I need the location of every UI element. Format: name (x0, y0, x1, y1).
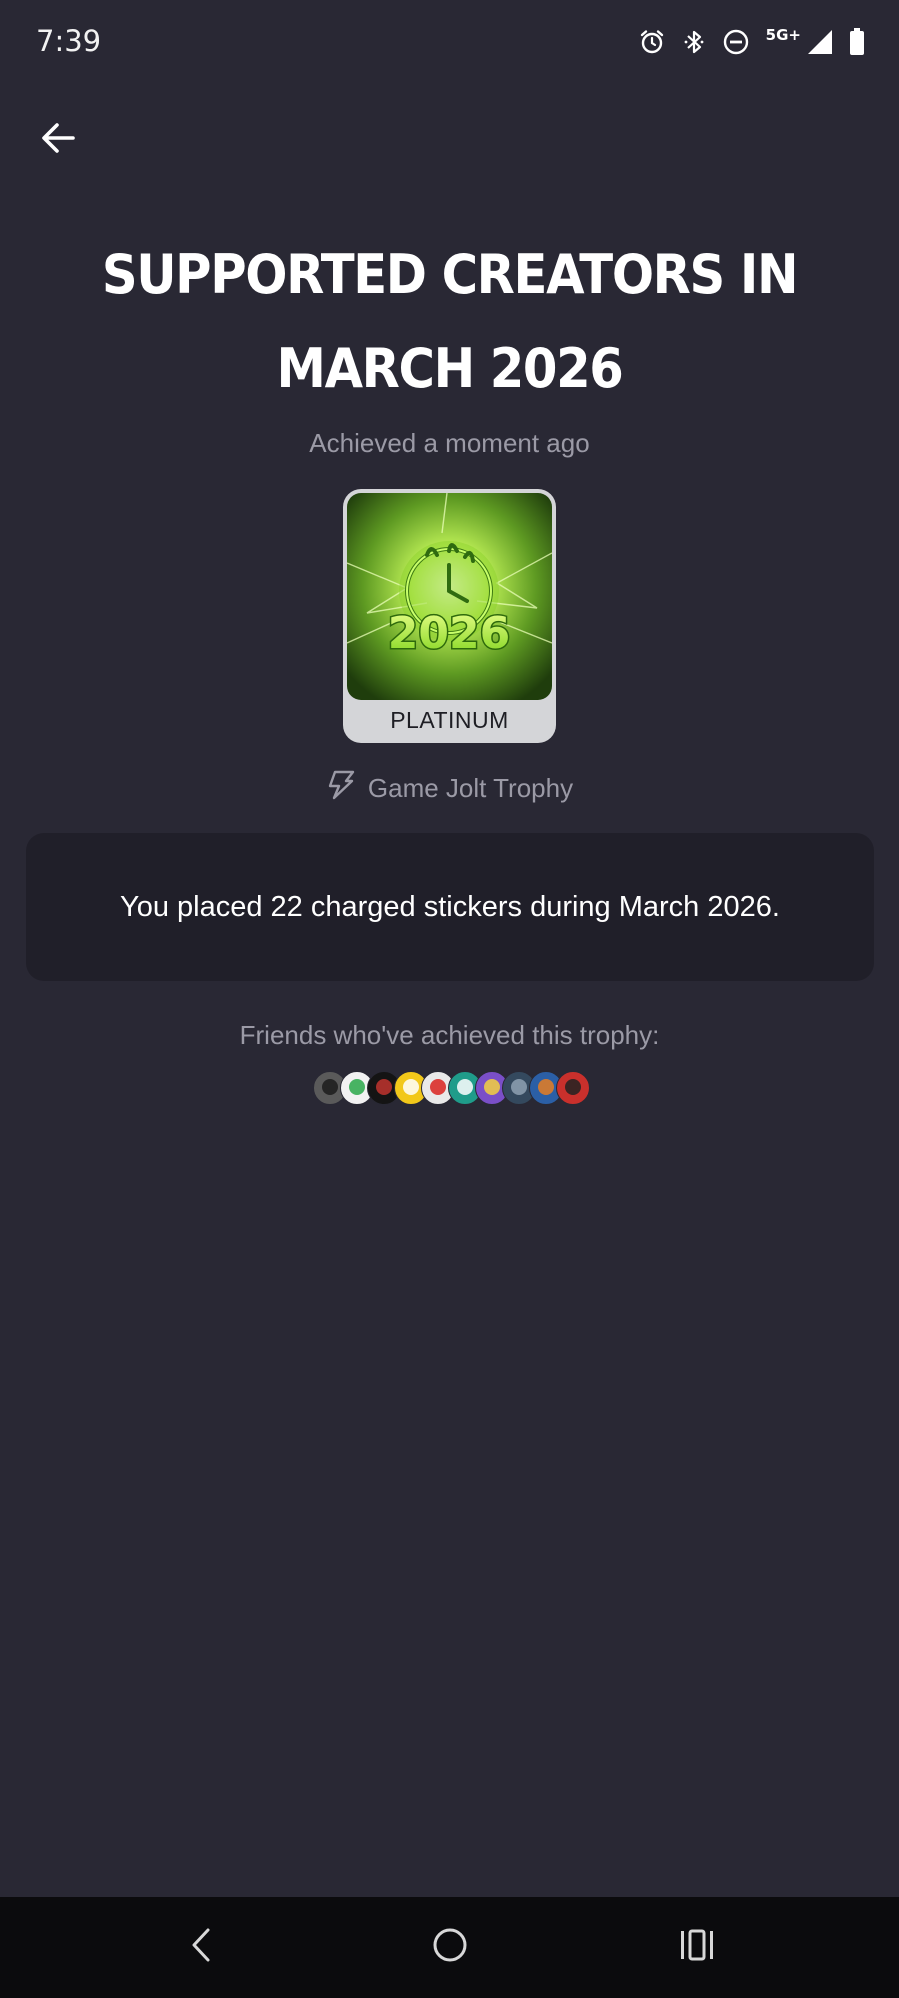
nav-recents-button[interactable] (667, 1917, 727, 1977)
trophy-card[interactable]: 2026 PLATINUM (343, 489, 556, 743)
status-time: 7:39 (36, 24, 102, 58)
trophy-title: Supported Creators in March 2026 (101, 243, 799, 400)
friends-avatar-list (313, 1071, 590, 1105)
trophy-type: Game Jolt Trophy (0, 770, 899, 807)
status-icons: 5G+ (638, 26, 865, 58)
nav-home-button[interactable] (420, 1917, 480, 1977)
alarm-icon (638, 28, 666, 56)
game-jolt-icon (326, 770, 356, 807)
back-button[interactable] (30, 112, 86, 168)
friend-avatar[interactable] (556, 1071, 590, 1105)
nav-back-button[interactable] (171, 1917, 231, 1977)
home-nav-icon (431, 1926, 469, 1969)
network-type-label: 5G+ (765, 26, 801, 44)
battery-icon (849, 28, 865, 56)
trophy-image-label: 2026 (388, 608, 510, 659)
back-nav-icon (186, 1927, 216, 1968)
recents-nav-icon (678, 1928, 716, 1967)
arrow-left-icon (39, 119, 77, 162)
status-bar: 7:39 5G+ (0, 0, 899, 86)
friends-label: Friends who've achieved this trophy: (239, 1020, 660, 1050)
do-not-disturb-icon (722, 28, 750, 56)
achieved-time: Achieved a moment ago (309, 428, 590, 458)
description-card: You placed 22 charged stickers during Ma… (26, 833, 874, 981)
trophy-description: You placed 22 charged stickers during Ma… (120, 890, 780, 923)
trophy-type-label: Game Jolt Trophy (367, 773, 574, 803)
system-nav-bar (0, 1897, 899, 1998)
signal-icon (807, 29, 833, 55)
bluetooth-icon (682, 28, 706, 56)
trophy-image: 2026 (347, 493, 552, 700)
trophy-tier-label: PLATINUM (390, 707, 509, 733)
